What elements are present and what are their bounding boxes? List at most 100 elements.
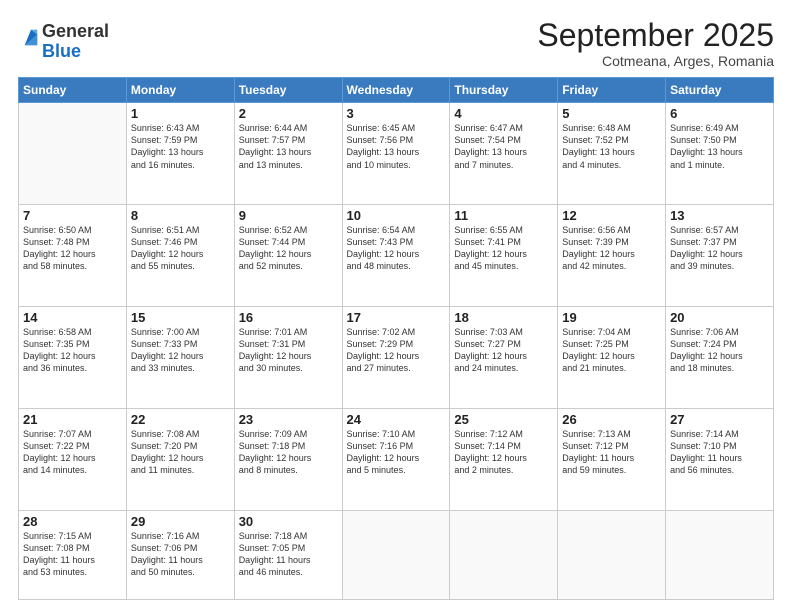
day-info: Sunrise: 6:57 AMSunset: 7:37 PMDaylight:… <box>670 224 769 273</box>
day-number: 24 <box>347 412 446 427</box>
weekday-header-friday: Friday <box>558 78 666 103</box>
calendar-cell: 8Sunrise: 6:51 AMSunset: 7:46 PMDaylight… <box>126 205 234 307</box>
day-number: 5 <box>562 106 661 121</box>
calendar-cell: 28Sunrise: 7:15 AMSunset: 7:08 PMDayligh… <box>19 510 127 599</box>
calendar-cell: 21Sunrise: 7:07 AMSunset: 7:22 PMDayligh… <box>19 408 127 510</box>
day-number: 28 <box>23 514 122 529</box>
day-info: Sunrise: 7:16 AMSunset: 7:06 PMDaylight:… <box>131 530 230 579</box>
day-number: 20 <box>670 310 769 325</box>
calendar-cell: 1Sunrise: 6:43 AMSunset: 7:59 PMDaylight… <box>126 103 234 205</box>
day-info: Sunrise: 7:12 AMSunset: 7:14 PMDaylight:… <box>454 428 553 477</box>
month-title: September 2025 <box>537 18 774 53</box>
day-number: 18 <box>454 310 553 325</box>
calendar-cell: 19Sunrise: 7:04 AMSunset: 7:25 PMDayligh… <box>558 306 666 408</box>
day-info: Sunrise: 7:08 AMSunset: 7:20 PMDaylight:… <box>131 428 230 477</box>
day-number: 11 <box>454 208 553 223</box>
day-number: 15 <box>131 310 230 325</box>
day-number: 30 <box>239 514 338 529</box>
day-info: Sunrise: 6:55 AMSunset: 7:41 PMDaylight:… <box>454 224 553 273</box>
calendar-cell: 6Sunrise: 6:49 AMSunset: 7:50 PMDaylight… <box>666 103 774 205</box>
logo-icon <box>20 28 42 50</box>
day-info: Sunrise: 6:51 AMSunset: 7:46 PMDaylight:… <box>131 224 230 273</box>
day-number: 19 <box>562 310 661 325</box>
day-number: 3 <box>347 106 446 121</box>
day-number: 10 <box>347 208 446 223</box>
day-info: Sunrise: 7:02 AMSunset: 7:29 PMDaylight:… <box>347 326 446 375</box>
day-info: Sunrise: 7:14 AMSunset: 7:10 PMDaylight:… <box>670 428 769 477</box>
day-info: Sunrise: 6:52 AMSunset: 7:44 PMDaylight:… <box>239 224 338 273</box>
day-number: 6 <box>670 106 769 121</box>
day-info: Sunrise: 6:45 AMSunset: 7:56 PMDaylight:… <box>347 122 446 171</box>
day-number: 13 <box>670 208 769 223</box>
day-info: Sunrise: 6:47 AMSunset: 7:54 PMDaylight:… <box>454 122 553 171</box>
day-info: Sunrise: 7:10 AMSunset: 7:16 PMDaylight:… <box>347 428 446 477</box>
day-info: Sunrise: 7:01 AMSunset: 7:31 PMDaylight:… <box>239 326 338 375</box>
calendar-cell: 24Sunrise: 7:10 AMSunset: 7:16 PMDayligh… <box>342 408 450 510</box>
logo: General Blue <box>18 22 109 62</box>
day-info: Sunrise: 7:18 AMSunset: 7:05 PMDaylight:… <box>239 530 338 579</box>
logo-blue-text: Blue <box>42 41 81 61</box>
calendar-cell: 29Sunrise: 7:16 AMSunset: 7:06 PMDayligh… <box>126 510 234 599</box>
calendar-table: SundayMondayTuesdayWednesdayThursdayFrid… <box>18 77 774 600</box>
calendar-cell: 25Sunrise: 7:12 AMSunset: 7:14 PMDayligh… <box>450 408 558 510</box>
calendar-cell: 10Sunrise: 6:54 AMSunset: 7:43 PMDayligh… <box>342 205 450 307</box>
calendar-cell: 13Sunrise: 6:57 AMSunset: 7:37 PMDayligh… <box>666 205 774 307</box>
calendar-cell: 17Sunrise: 7:02 AMSunset: 7:29 PMDayligh… <box>342 306 450 408</box>
logo-general-text: General <box>42 21 109 41</box>
day-info: Sunrise: 6:58 AMSunset: 7:35 PMDaylight:… <box>23 326 122 375</box>
day-info: Sunrise: 7:09 AMSunset: 7:18 PMDaylight:… <box>239 428 338 477</box>
day-info: Sunrise: 6:44 AMSunset: 7:57 PMDaylight:… <box>239 122 338 171</box>
calendar-cell <box>19 103 127 205</box>
day-number: 14 <box>23 310 122 325</box>
day-info: Sunrise: 6:43 AMSunset: 7:59 PMDaylight:… <box>131 122 230 171</box>
calendar-cell: 30Sunrise: 7:18 AMSunset: 7:05 PMDayligh… <box>234 510 342 599</box>
calendar-cell: 14Sunrise: 6:58 AMSunset: 7:35 PMDayligh… <box>19 306 127 408</box>
calendar-cell: 27Sunrise: 7:14 AMSunset: 7:10 PMDayligh… <box>666 408 774 510</box>
weekday-header-monday: Monday <box>126 78 234 103</box>
calendar-cell <box>666 510 774 599</box>
calendar-cell: 9Sunrise: 6:52 AMSunset: 7:44 PMDaylight… <box>234 205 342 307</box>
week-row-1: 1Sunrise: 6:43 AMSunset: 7:59 PMDaylight… <box>19 103 774 205</box>
day-number: 16 <box>239 310 338 325</box>
title-block: September 2025 Cotmeana, Arges, Romania <box>537 18 774 69</box>
week-row-2: 7Sunrise: 6:50 AMSunset: 7:48 PMDaylight… <box>19 205 774 307</box>
day-number: 21 <box>23 412 122 427</box>
day-info: Sunrise: 7:13 AMSunset: 7:12 PMDaylight:… <box>562 428 661 477</box>
day-number: 2 <box>239 106 338 121</box>
day-number: 26 <box>562 412 661 427</box>
calendar-cell: 22Sunrise: 7:08 AMSunset: 7:20 PMDayligh… <box>126 408 234 510</box>
day-info: Sunrise: 6:54 AMSunset: 7:43 PMDaylight:… <box>347 224 446 273</box>
calendar-cell: 11Sunrise: 6:55 AMSunset: 7:41 PMDayligh… <box>450 205 558 307</box>
day-number: 22 <box>131 412 230 427</box>
day-info: Sunrise: 7:00 AMSunset: 7:33 PMDaylight:… <box>131 326 230 375</box>
weekday-header-thursday: Thursday <box>450 78 558 103</box>
week-row-5: 28Sunrise: 7:15 AMSunset: 7:08 PMDayligh… <box>19 510 774 599</box>
weekday-header-tuesday: Tuesday <box>234 78 342 103</box>
day-number: 8 <box>131 208 230 223</box>
day-number: 17 <box>347 310 446 325</box>
day-info: Sunrise: 7:06 AMSunset: 7:24 PMDaylight:… <box>670 326 769 375</box>
day-info: Sunrise: 6:50 AMSunset: 7:48 PMDaylight:… <box>23 224 122 273</box>
calendar-cell: 26Sunrise: 7:13 AMSunset: 7:12 PMDayligh… <box>558 408 666 510</box>
day-info: Sunrise: 7:07 AMSunset: 7:22 PMDaylight:… <box>23 428 122 477</box>
day-info: Sunrise: 6:48 AMSunset: 7:52 PMDaylight:… <box>562 122 661 171</box>
day-info: Sunrise: 7:04 AMSunset: 7:25 PMDaylight:… <box>562 326 661 375</box>
calendar-cell: 4Sunrise: 6:47 AMSunset: 7:54 PMDaylight… <box>450 103 558 205</box>
calendar-cell: 12Sunrise: 6:56 AMSunset: 7:39 PMDayligh… <box>558 205 666 307</box>
day-number: 29 <box>131 514 230 529</box>
week-row-4: 21Sunrise: 7:07 AMSunset: 7:22 PMDayligh… <box>19 408 774 510</box>
week-row-3: 14Sunrise: 6:58 AMSunset: 7:35 PMDayligh… <box>19 306 774 408</box>
day-number: 12 <box>562 208 661 223</box>
calendar-cell: 18Sunrise: 7:03 AMSunset: 7:27 PMDayligh… <box>450 306 558 408</box>
day-number: 25 <box>454 412 553 427</box>
weekday-header-wednesday: Wednesday <box>342 78 450 103</box>
weekday-header-sunday: Sunday <box>19 78 127 103</box>
calendar-cell: 5Sunrise: 6:48 AMSunset: 7:52 PMDaylight… <box>558 103 666 205</box>
calendar-cell: 2Sunrise: 6:44 AMSunset: 7:57 PMDaylight… <box>234 103 342 205</box>
calendar-cell: 7Sunrise: 6:50 AMSunset: 7:48 PMDaylight… <box>19 205 127 307</box>
day-info: Sunrise: 6:49 AMSunset: 7:50 PMDaylight:… <box>670 122 769 171</box>
day-number: 1 <box>131 106 230 121</box>
calendar-cell: 16Sunrise: 7:01 AMSunset: 7:31 PMDayligh… <box>234 306 342 408</box>
weekday-header-saturday: Saturday <box>666 78 774 103</box>
day-info: Sunrise: 7:15 AMSunset: 7:08 PMDaylight:… <box>23 530 122 579</box>
